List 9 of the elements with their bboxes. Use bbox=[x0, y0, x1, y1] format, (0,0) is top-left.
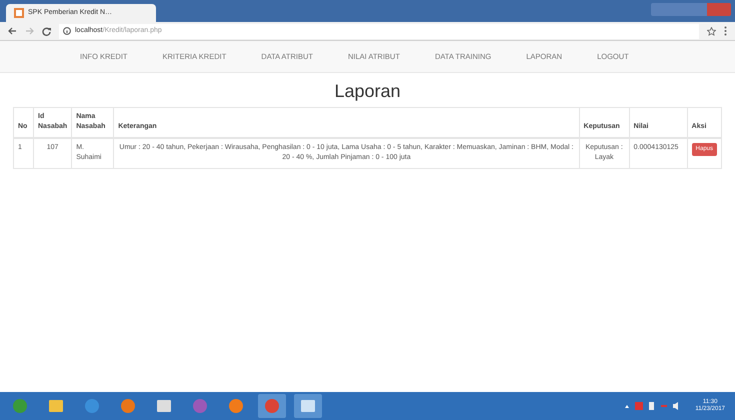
page-icon bbox=[14, 8, 24, 18]
forward-icon[interactable] bbox=[25, 27, 34, 35]
page-heading: Laporan bbox=[333, 80, 402, 102]
reload-icon[interactable] bbox=[42, 26, 51, 36]
menu-icon[interactable] bbox=[724, 26, 727, 36]
folder-icon[interactable] bbox=[48, 398, 64, 414]
info-icon bbox=[63, 27, 71, 35]
bookmark-star-icon[interactable] bbox=[707, 26, 716, 36]
back-icon[interactable] bbox=[8, 27, 17, 35]
